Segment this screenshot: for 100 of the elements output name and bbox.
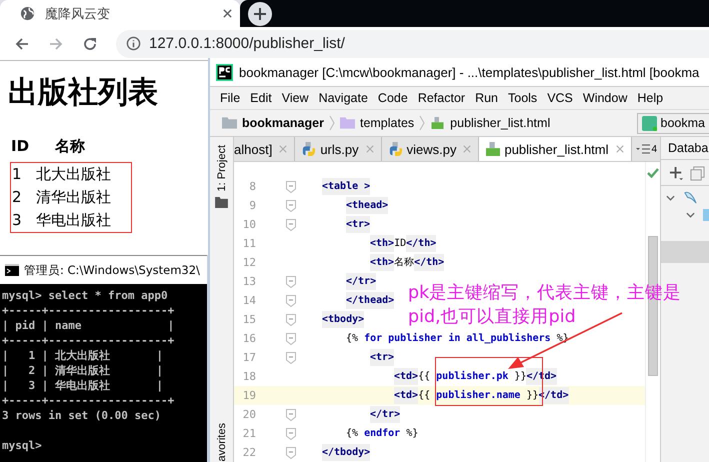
copy-icon[interactable] [690,166,705,181]
table-cell-text: 北大出版社 [36,164,112,185]
code-text: {{ [418,370,432,384]
console-line: | 1 | 北大出版社 | [2,348,163,363]
menu-item[interactable]: Tools [508,91,538,105]
table-cell-text: 清华出版社 [36,187,112,208]
check-icon [647,168,659,178]
html-tag: <td> [394,387,418,404]
code-text: {% [346,427,360,441]
annotation-text: pk是主键缩写，代表主键，主键是 pid,也可以直接用pid [408,282,682,329]
menu-item[interactable]: Edit [250,91,272,105]
fold-marker-icon[interactable] [286,276,296,288]
fold-marker-icon[interactable] [286,428,296,440]
editor-tab[interactable]: alhost] [234,137,296,161]
code-text: %} [556,332,569,346]
html-tag: <tbody> [322,311,364,328]
fold-marker-icon[interactable] [286,200,296,212]
info-icon[interactable] [126,36,141,51]
line-number: 22 [242,446,256,459]
breadcrumb-item[interactable]: publisher_list.html [450,116,550,130]
fold-marker-icon[interactable] [286,446,296,458]
line-number: 11 [242,237,256,250]
code-text: ID [394,237,406,251]
code-text: %} [405,427,418,441]
html-tag: <thead> [346,197,388,214]
console-icon [5,264,19,276]
html-tag: </tbody> [322,444,370,461]
back-icon[interactable] [14,36,30,52]
menu-item[interactable]: Refactor [418,91,466,105]
breadcrumb-item[interactable]: templates [360,116,414,130]
fold-marker-icon[interactable] [286,180,296,192]
template-code: endfor [364,427,400,441]
menu-item[interactable]: File [220,91,240,105]
code-text: }} [513,370,526,384]
html-file-icon [486,142,500,156]
column-header: ID [10,136,30,157]
fold-marker-icon[interactable] [286,314,296,326]
editor-tab[interactable]: publisher_list.html [479,137,632,161]
line-number: 8 [248,180,256,193]
close-icon[interactable] [223,9,232,18]
line-number: 12 [242,256,256,269]
menu-item[interactable]: VCS [547,91,573,105]
window-title: bookmanager [C:\mcw\bookmanager] - ...\templates\publisher_list.html [bookma [239,64,700,80]
chevron-icon[interactable] [686,212,695,218]
html-tag: <th> [370,254,394,271]
column-header: 名称 [55,136,86,157]
menu-item[interactable]: Code [378,91,408,105]
project-tool-tab[interactable]: 1: Project [216,145,227,192]
forward-icon[interactable] [48,36,64,52]
menu-item[interactable]: Navigate [318,91,368,105]
console-line: | 3 | 华电出版社 | [2,378,163,393]
table-cell-text: 1 [11,164,23,185]
line-number: 9 [248,199,256,212]
console-line: +-----+------------------+ [2,333,174,348]
editor-tab[interactable]: urls.py [295,137,382,161]
folder-icon [215,197,228,208]
menu-item[interactable]: Run [475,91,498,105]
favorites-tool-tab[interactable]: avorites [216,423,227,462]
fold-marker-icon[interactable] [286,218,296,230]
fold-marker-icon[interactable] [286,352,296,364]
tab-title: 魔降风云变 [45,6,111,22]
line-number: 21 [242,427,256,440]
fold-marker-icon[interactable] [286,408,296,420]
html-tag: </thead> [346,292,394,309]
console-line: +-----+------------------+ [2,393,174,408]
table-cell-text: 3 [11,210,23,231]
line-number: 16 [242,332,256,345]
template-code: publisher.name [436,388,520,403]
new-tab-icon[interactable] [248,2,272,26]
html-tag: <th> [370,235,394,252]
window-title: 管理员: C:\Windows\System32\ [24,262,200,278]
menu-item[interactable]: View [282,91,309,105]
line-number: 14 [242,294,256,307]
schema-icon [703,209,709,221]
tab-overflow-button[interactable]: 4 [632,137,662,161]
menu-item[interactable]: Help [637,91,664,105]
fold-marker-icon[interactable] [286,294,296,306]
console-line: mysql> select * from app0 [2,288,168,303]
python-file-icon [302,142,316,156]
html-tag: <table > [322,178,370,195]
breadcrumb-item[interactable]: bookmanager [242,116,324,130]
reload-icon[interactable] [82,36,98,52]
code-text: {% [346,332,360,346]
menu-item[interactable]: Window [582,91,628,105]
browser-tab[interactable]: 魔降风云变 [0,0,240,27]
template-code: for publisher in all_publishers [364,332,551,346]
html-tag: </th> [406,235,436,252]
console-line: +-----+------------------+ [2,303,174,318]
chevron-icon [328,115,335,131]
list-icon [636,144,650,154]
address-bar[interactable]: 127.0.0.1:8000/publisher_list/ [116,30,709,58]
fold-marker-icon[interactable] [286,332,296,344]
html-tag: </tr> [370,406,400,423]
add-icon[interactable] [669,166,684,181]
console-line: | 2 | 清华出版社 | [2,363,163,378]
line-number: 17 [242,351,256,364]
line-number: 19 [242,389,256,402]
run-config-selector[interactable]: bookma [636,112,709,134]
code-text: }} [525,389,539,403]
chevron-icon[interactable] [666,194,675,200]
